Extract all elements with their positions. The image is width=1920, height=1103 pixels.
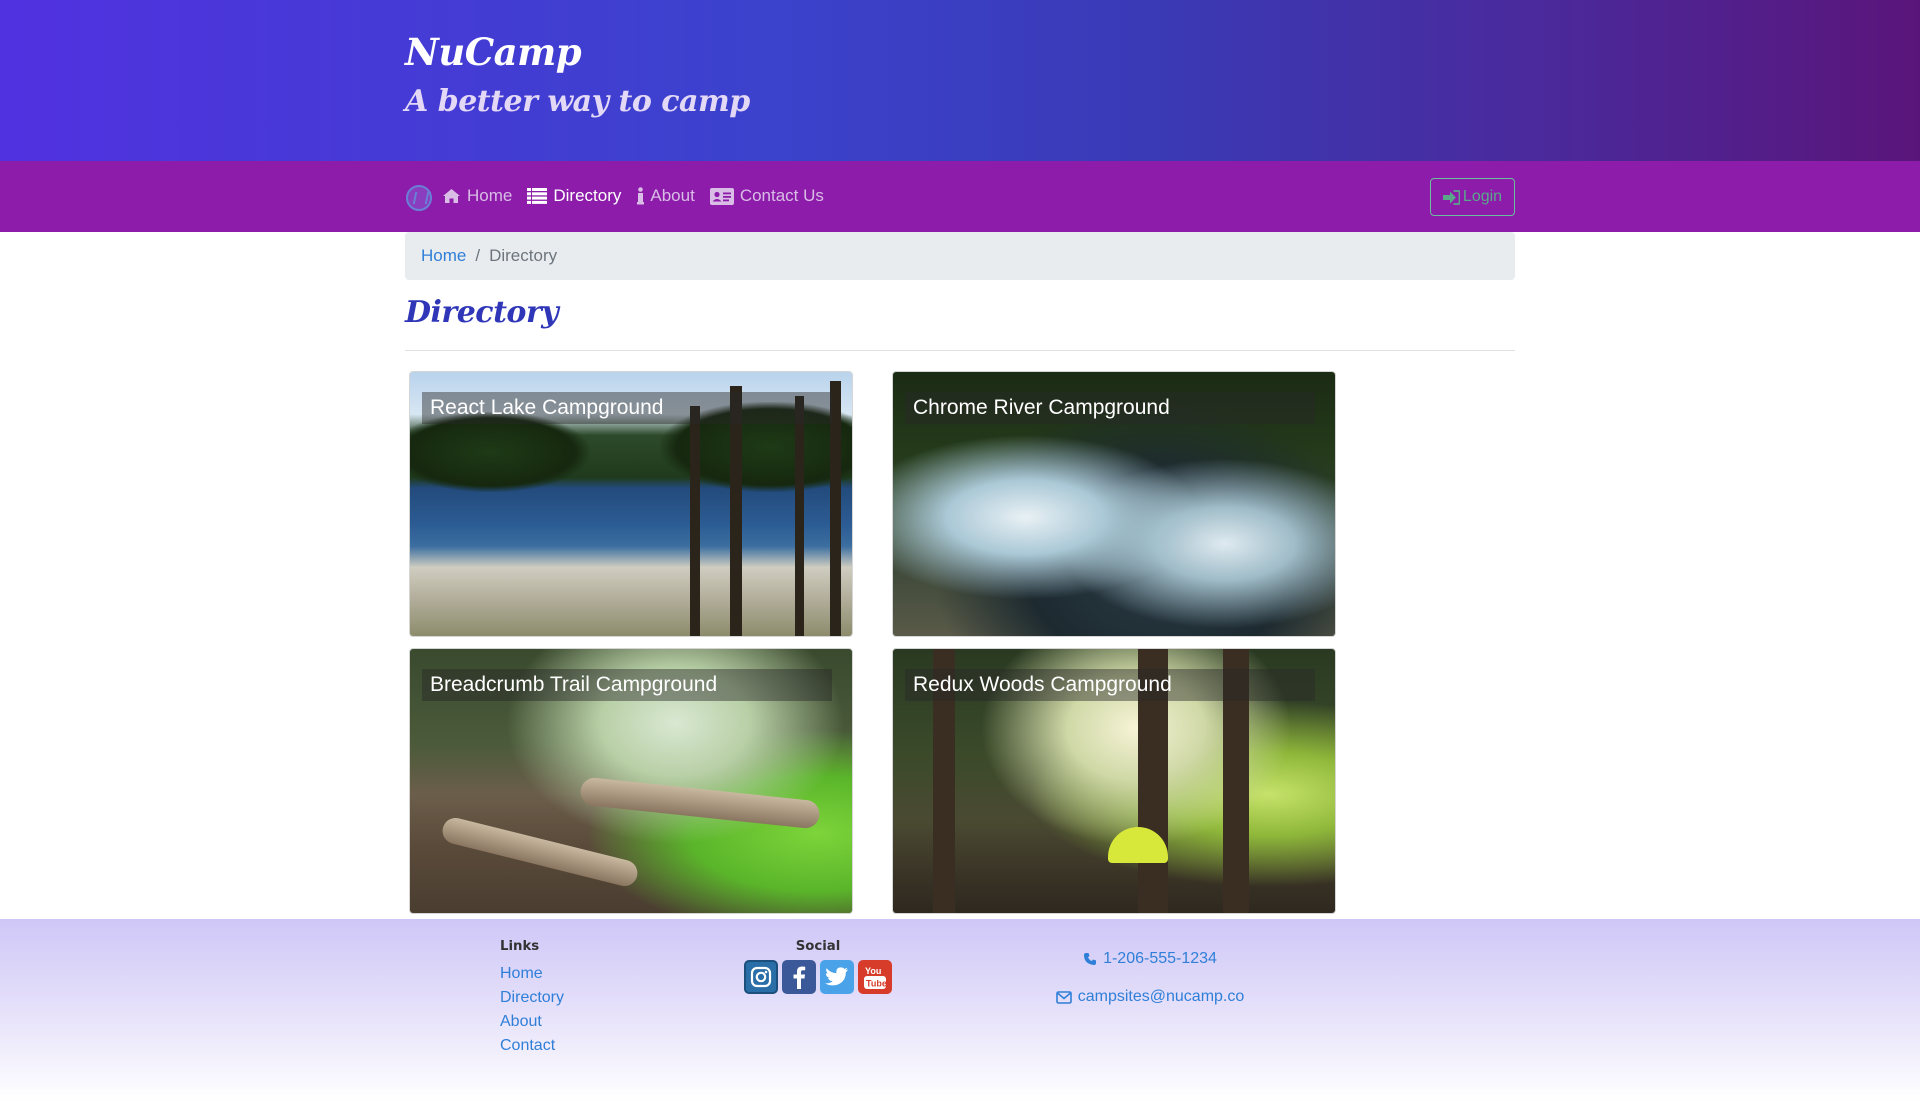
nav-item-directory[interactable]: Directory: [527, 186, 621, 206]
footer-link-about[interactable]: About: [500, 1010, 564, 1034]
brand-title: NuCamp: [405, 30, 582, 74]
envelope-icon: [1055, 990, 1072, 1004]
phone-number: 1-206-555-1234: [1103, 950, 1217, 967]
brand-tagline: A better way to camp: [405, 84, 750, 119]
nav-item-home[interactable]: Home: [442, 186, 512, 206]
footer-links: Links Home Directory About Contact: [500, 939, 564, 1058]
campsite-name: Chrome River Campground: [905, 392, 1315, 424]
campsite-card-react-lake[interactable]: React Lake Campground: [409, 371, 853, 637]
instagram-icon[interactable]: [744, 960, 778, 994]
nav-item-label: Directory: [553, 186, 622, 205]
campsite-name: Redux Woods Campground: [905, 669, 1315, 701]
login-button[interactable]: Login: [1430, 178, 1515, 216]
nav-item-label: Home: [467, 186, 513, 205]
campsite-card-chrome-river[interactable]: Chrome River Campground: [892, 371, 1336, 637]
footer-social-heading: Social: [795, 939, 841, 954]
nav-items: Home Directory About Contact Us: [442, 186, 824, 206]
breadcrumb: Home / Directory: [405, 232, 1515, 280]
footer-phone-link[interactable]: 1-206-555-1234: [1000, 948, 1300, 970]
footer-email-link[interactable]: campsites@nucamp.co: [1000, 986, 1300, 1008]
twitter-icon[interactable]: [820, 960, 854, 994]
nav-item-label: About: [650, 186, 695, 205]
campsite-card-breadcrumb-trail[interactable]: Breadcrumb Trail Campground: [409, 648, 853, 914]
breadcrumb-current: Directory: [489, 246, 558, 265]
youtube-icon[interactable]: You Tube: [858, 960, 892, 994]
footer: [0, 919, 1920, 1103]
facebook-icon[interactable]: [782, 960, 816, 994]
navbar: [0, 161, 1920, 232]
svg-text:Tube: Tube: [866, 979, 887, 989]
footer-link-directory[interactable]: Directory: [500, 986, 564, 1010]
email-address: campsites@nucamp.co: [1077, 988, 1245, 1005]
footer-social: Social You Tube: [742, 939, 894, 994]
breadcrumb-home-link[interactable]: Home: [421, 246, 466, 266]
svg-text:You: You: [865, 966, 881, 976]
footer-link-home[interactable]: Home: [500, 962, 564, 986]
campsite-card-redux-woods[interactable]: Redux Woods Campground: [892, 648, 1336, 914]
breadcrumb-separator: /: [475, 246, 481, 265]
address-card-icon: [709, 187, 734, 205]
home-icon: [443, 189, 460, 203]
info-icon: [637, 187, 645, 205]
nav-item-about[interactable]: About: [636, 186, 695, 206]
campsite-name: Breadcrumb Trail Campground: [422, 669, 832, 701]
list-icon: [527, 188, 548, 204]
nav-item-label: Contact Us: [739, 186, 824, 205]
login-label: Login: [1462, 188, 1503, 205]
nav-item-contact[interactable]: Contact Us: [709, 186, 824, 206]
sign-in-icon: [1442, 189, 1460, 205]
campsite-name: React Lake Campground: [422, 392, 832, 424]
nucamp-logo-icon[interactable]: [406, 185, 432, 211]
footer-contact: 1-206-555-1234 campsites@nucamp.co: [1000, 948, 1300, 1008]
page-title: Directory: [405, 295, 559, 330]
title-divider: [405, 350, 1515, 351]
footer-links-heading: Links: [500, 939, 540, 954]
jumbotron: NuCamp A better way to camp: [0, 0, 1920, 161]
phone-icon: [1084, 953, 1097, 965]
footer-link-contact[interactable]: Contact: [500, 1034, 564, 1058]
